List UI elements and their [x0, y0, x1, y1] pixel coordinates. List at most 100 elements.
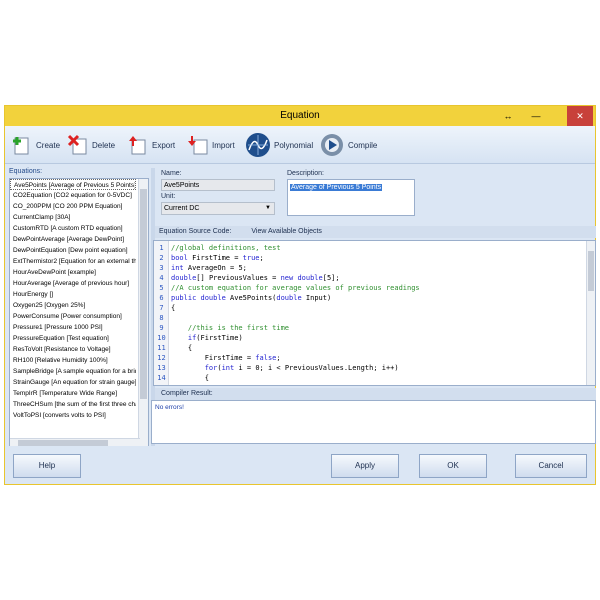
polynomial-icon [245, 132, 271, 158]
code-line[interactable]: 3int AverageOn = 5; [154, 263, 247, 273]
equation-list-item[interactable]: RH100 [Relative Humidity 100%] [10, 355, 136, 366]
code-line[interactable]: 8 [154, 313, 171, 323]
code-line[interactable]: 9 //this is the first time [154, 323, 289, 333]
code-text: { [169, 343, 192, 353]
source-code-header: Equation Source Code: View Available Obj… [155, 226, 596, 238]
code-line[interactable]: 7{ [154, 303, 175, 313]
code-line[interactable]: 4double[] PreviousValues = new double[5]… [154, 273, 340, 283]
equation-list-item[interactable]: CurrentClamp [30A] [10, 212, 136, 223]
code-token: int [171, 264, 184, 272]
code-line[interactable]: 6public double Ave5Points(double Input) [154, 293, 331, 303]
polynomial-button[interactable]: Polynomial [245, 130, 313, 160]
scroll-thumb[interactable] [140, 189, 147, 399]
equation-list-item[interactable]: Ave5Points [Average of Previous 5 Points… [10, 179, 136, 190]
line-number: 5 [154, 283, 169, 293]
equation-list-item[interactable]: ResToVolt [Resistance to Voltage] [10, 344, 136, 355]
equation-list-item[interactable]: DewPointEquation [Dew point equation] [10, 245, 136, 256]
code-token: bool [171, 254, 188, 262]
equation-list-item[interactable]: PowerConsume [Power consumption] [10, 311, 136, 322]
import-button[interactable]: Import [187, 130, 235, 160]
compile-label: Compile [348, 141, 377, 150]
code-token [171, 364, 205, 372]
create-button[interactable]: Create [11, 130, 60, 160]
view-available-objects-link[interactable]: View Available Objects [251, 228, 322, 235]
ok-button[interactable]: OK [419, 454, 487, 478]
compiler-result-text: No errors! [155, 404, 184, 411]
equation-list-item[interactable]: VoltToPSI [converts volts to PSI] [10, 410, 136, 421]
equation-list-item[interactable]: CustomRTD [A custom RTD equation] [10, 223, 136, 234]
equation-list-item[interactable]: Oxygen25 [Oxygen 25%] [10, 300, 136, 311]
code-token: for [205, 364, 218, 372]
code-text: { [169, 303, 175, 313]
close-button[interactable]: ✕ [567, 106, 593, 126]
code-text: if(FirstTime) [169, 333, 243, 343]
code-line[interactable]: 13 for(int i = 0; i < PreviousValues.Len… [154, 363, 399, 373]
code-token: new double [281, 274, 323, 282]
apply-button[interactable]: Apply [331, 454, 399, 478]
equation-list-item[interactable]: HourAveDewPoint [example] [10, 267, 136, 278]
line-number: 12 [154, 353, 169, 363]
line-number: 14 [154, 373, 169, 383]
export-icon [127, 134, 149, 156]
delete-button[interactable]: Delete [67, 130, 115, 160]
code-token: FirstTime = [188, 254, 243, 262]
code-line[interactable]: 11 { [154, 343, 192, 353]
compile-icon [319, 132, 345, 158]
code-text: for(int i = 0; i < PreviousValues.Length… [169, 363, 399, 373]
equations-list[interactable]: Ave5Points [Average of Previous 5 Points… [9, 178, 149, 448]
equation-list-item[interactable]: ThreeCHSum [the sum of the first three c… [10, 399, 136, 410]
equation-list-item[interactable]: StrainGauge [An equation for strain gaug… [10, 377, 136, 388]
description-label: Description: [287, 170, 324, 177]
line-number: 6 [154, 293, 169, 303]
code-token: { [171, 304, 175, 312]
equation-list-item[interactable]: HourAverage [Average of previous hour] [10, 278, 136, 289]
compiler-result-box: No errors! [151, 400, 596, 444]
equation-list-item[interactable]: DewPointAverage [Average DewPoint] [10, 234, 136, 245]
code-text: double[] PreviousValues = new double[5]; [169, 273, 340, 283]
equations-vertical-scrollbar[interactable] [138, 179, 148, 447]
help-button[interactable]: Help [13, 454, 81, 478]
code-token: int [222, 364, 235, 372]
cancel-button[interactable]: Cancel [515, 454, 587, 478]
description-value: Average of Previous 5 Points [290, 184, 382, 191]
code-editor[interactable]: 1//global definitions, test2bool FirstTi… [153, 240, 596, 386]
title-bar: Equation ↔ — ✕ [5, 106, 595, 126]
resize-button[interactable]: ↔ [497, 106, 519, 126]
unit-select[interactable]: Current DC ▼ [161, 202, 275, 215]
code-line[interactable]: 5//A custom equation for average values … [154, 283, 420, 293]
create-label: Create [36, 141, 60, 150]
source-code-label: Equation Source Code: [159, 228, 231, 235]
code-token: Ave5Points( [226, 294, 277, 302]
code-text: FirstTime = false; [169, 353, 281, 363]
equation-list-item[interactable]: HourEnergy [] [10, 289, 136, 300]
code-line[interactable]: 10 if(FirstTime) [154, 333, 243, 343]
compile-button[interactable]: Compile [319, 130, 377, 160]
name-field[interactable]: Ave5Points [161, 179, 275, 191]
equations-pane: Equations: Ave5Points [Average of Previo… [9, 168, 151, 450]
code-line[interactable]: 1//global definitions, test [154, 243, 281, 253]
create-icon [11, 134, 33, 156]
equation-list-item[interactable]: CO_200PPM [CO 200 PPM Equation] [10, 201, 136, 212]
code-line[interactable]: 12 FirstTime = false; [154, 353, 281, 363]
equation-list-item[interactable]: CO2Equation [CO2 equation for 0-5VDC] [10, 190, 136, 201]
equation-list-item[interactable]: PressureEquation [Test equation] [10, 333, 136, 344]
code-line[interactable]: 2bool FirstTime = true; [154, 253, 264, 263]
equation-window: Equation ↔ — ✕ Create Delete Export [4, 105, 596, 485]
code-text: //this is the first time [169, 323, 289, 333]
code-token: ; [260, 254, 264, 262]
equation-list-item[interactable]: ExtThermistor2 [Equation for an external… [10, 256, 136, 267]
scroll-thumb[interactable] [588, 251, 594, 291]
minimize-button[interactable]: — [525, 106, 547, 126]
description-field[interactable]: Average of Previous 5 Points [287, 179, 415, 216]
editor-vertical-scrollbar[interactable] [586, 241, 595, 385]
delete-label: Delete [92, 141, 115, 150]
equation-list-item[interactable]: Pressure1 [Pressure 1000 PSI] [10, 322, 136, 333]
code-text: //global definitions, test [169, 243, 281, 253]
code-line[interactable]: 14 { [154, 373, 209, 383]
code-text: { [169, 373, 209, 383]
equation-list-item[interactable]: TempIrR [Temperature Wide Range] [10, 388, 136, 399]
line-number: 8 [154, 313, 169, 323]
unit-label: Unit: [161, 193, 175, 200]
equation-list-item[interactable]: SampleBridge [A sample equation for a br… [10, 366, 136, 377]
export-button[interactable]: Export [127, 130, 175, 160]
